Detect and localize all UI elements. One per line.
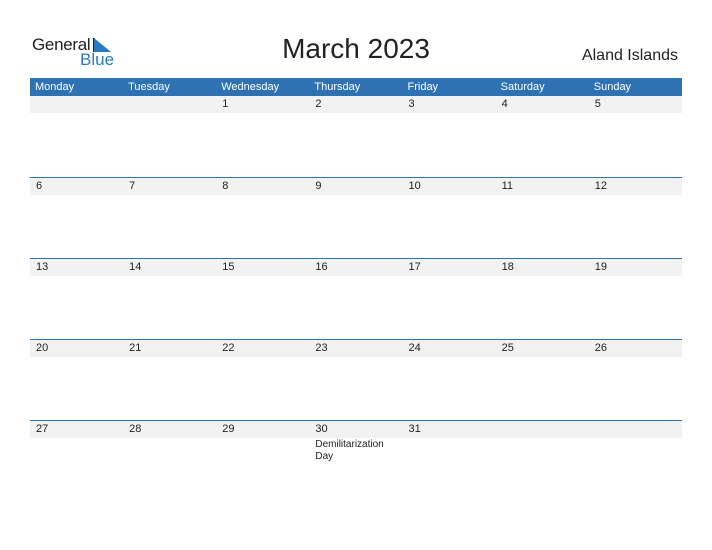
day-cell: 3: [403, 96, 496, 113]
day-number: 3: [408, 98, 415, 110]
weekday-sunday: Sunday: [593, 81, 632, 93]
weekday-tuesday: Tuesday: [128, 81, 170, 93]
day-number: 19: [594, 261, 607, 273]
day-number: 10: [408, 180, 421, 192]
weekday-wednesday: Wednesday: [221, 81, 280, 93]
day-number: 29: [222, 423, 235, 435]
day-cell: 8: [216, 178, 309, 195]
date-strip: 1 2 3 4 5: [30, 96, 682, 113]
day-number: 1: [222, 98, 229, 110]
day-cell: 4: [496, 96, 589, 113]
day-cell: 14: [123, 259, 216, 276]
day-number: 22: [222, 342, 235, 354]
day-cell: 21: [123, 340, 216, 357]
day-cell: 11: [496, 178, 589, 195]
day-cell: 18: [496, 259, 589, 276]
day-cell: 23: [309, 340, 402, 357]
day-cell: 5: [589, 96, 682, 113]
day-number: 12: [594, 180, 607, 192]
day-number: 20: [36, 342, 49, 354]
day-number: 2: [315, 98, 322, 110]
day-cell: 10: [403, 178, 496, 195]
day-number: 4: [501, 98, 508, 110]
day-number: 9: [315, 180, 322, 192]
country-label: Aland Islands: [581, 47, 678, 64]
day-number: 23: [315, 342, 328, 354]
day-cell: 29: [216, 421, 309, 438]
day-cell: 26: [589, 340, 682, 357]
day-cell: 28: [123, 421, 216, 438]
week-row: 1 2 3 4 5: [30, 96, 682, 113]
day-number: 7: [129, 180, 136, 192]
day-number: 17: [408, 261, 421, 273]
date-strip: 13 14 15 16 17 18 19: [30, 259, 682, 276]
day-cell: 20: [30, 340, 123, 357]
weekday-saturday: Saturday: [500, 81, 545, 93]
day-number: 25: [501, 342, 514, 354]
day-number: 26: [594, 342, 607, 354]
weekday-thursday: Thursday: [314, 81, 361, 93]
day-cell: 12: [589, 178, 682, 195]
weekday-friday: Friday: [407, 81, 439, 93]
day-cell: 13: [30, 259, 123, 276]
day-cell: [123, 96, 216, 113]
day-number: 27: [36, 423, 49, 435]
day-cell: [30, 96, 123, 113]
week-row: 27 28 29 30 Demilitarization Day 31: [30, 420, 682, 462]
day-cell: 25: [496, 340, 589, 357]
day-number: 30: [315, 423, 328, 435]
day-number: 14: [129, 261, 142, 273]
day-number: 6: [36, 180, 43, 192]
day-cell: 2: [309, 96, 402, 113]
day-number: 24: [408, 342, 421, 354]
weekday-monday: Monday: [35, 81, 75, 93]
day-cell: 6: [30, 178, 123, 195]
holiday-label: Demilitarization Day: [315, 439, 384, 462]
day-number: 11: [501, 180, 514, 192]
day-cell: 27: [30, 421, 123, 438]
date-strip: 27 28 29 30 Demilitarization Day 31: [30, 421, 682, 462]
week-row: 6 7 8 9 10 11 12: [30, 177, 682, 195]
day-number: 13: [36, 261, 49, 273]
weekday-header: Monday Tuesday Wednesday Thursday Friday Satu…: [30, 78, 682, 96]
week-row: 13 14 15 16 17 18 19: [30, 258, 682, 276]
day-number: 15: [222, 261, 235, 273]
day-cell: 31: [403, 421, 496, 438]
day-number: 31: [408, 423, 421, 435]
day-cell: 24: [403, 340, 496, 357]
day-cell: 7: [123, 178, 216, 195]
day-number: 8: [222, 180, 229, 192]
day-number: 28: [129, 423, 142, 435]
day-cell: 17: [403, 259, 496, 276]
day-number: 18: [501, 261, 514, 273]
date-strip: 20 21 22 23 24 25 26: [30, 340, 682, 357]
day-cell: 22: [216, 340, 309, 357]
day-number: 5: [594, 98, 601, 110]
day-cell: 30 Demilitarization Day: [309, 421, 402, 462]
day-cell: [496, 421, 589, 438]
day-cell: [589, 421, 682, 438]
day-number: 16: [315, 261, 328, 273]
day-cell: 16: [309, 259, 402, 276]
day-number: 21: [129, 342, 142, 354]
day-cell: 15: [216, 259, 309, 276]
date-strip: 6 7 8 9 10 11 12: [30, 178, 682, 195]
day-cell: 19: [589, 259, 682, 276]
day-cell: 9: [309, 178, 402, 195]
week-row: 20 21 22 23 24 25 26: [30, 339, 682, 357]
day-cell: 1: [216, 96, 309, 113]
